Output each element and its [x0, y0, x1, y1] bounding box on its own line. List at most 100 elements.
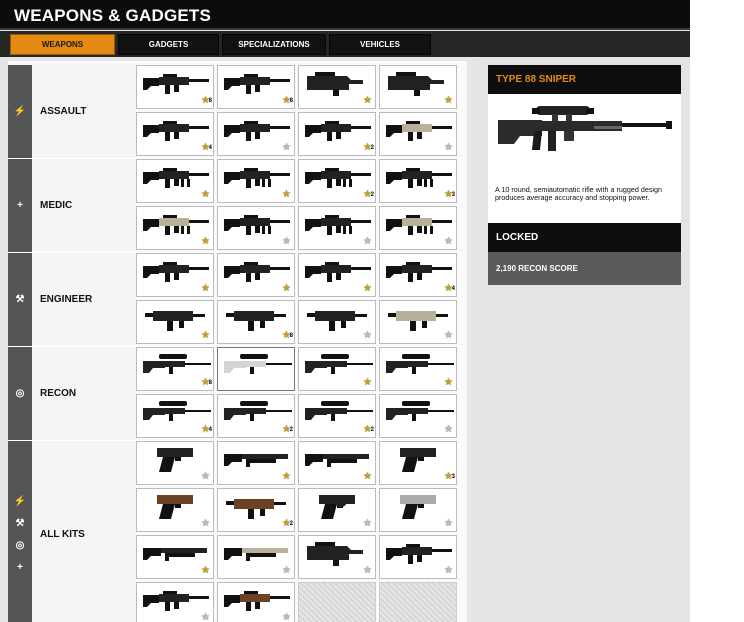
- kit-bar: ◎: [8, 347, 32, 440]
- weapon-slot[interactable]: ★: [136, 300, 214, 344]
- weapon-slot[interactable]: ★: [298, 206, 376, 250]
- weapon-slot[interactable]: ★: [298, 347, 376, 391]
- weapon-slot[interactable]: ★ 2: [217, 394, 295, 438]
- weapon-slot[interactable]: ★: [136, 159, 214, 203]
- star-icon: ★: [444, 95, 453, 106]
- weapon-slot[interactable]: ★: [379, 394, 457, 438]
- assault-rifle-camo-weapon-icon: [386, 121, 452, 141]
- smg-weapon-icon: [226, 311, 286, 331]
- weapon-slot[interactable]: ★: [217, 582, 295, 622]
- weapon-rank: 8: [208, 380, 212, 386]
- lmg-weapon-icon: [224, 168, 290, 188]
- pistol-weapon-icon: [400, 448, 436, 472]
- carbine-weapon-icon: [143, 591, 209, 611]
- weapon-slot[interactable]: ★ 8: [136, 65, 214, 109]
- weapon-slot[interactable]: ★: [217, 535, 295, 579]
- lmg-camo-weapon-icon: [143, 215, 209, 235]
- kit-bar: ⚡ ⚒ ◎ +: [8, 441, 32, 622]
- weapon-slot[interactable]: ★ 4: [136, 112, 214, 156]
- star-icon: ★: [282, 565, 291, 576]
- weapon-slot[interactable]: ★ 4: [136, 394, 214, 438]
- star-icon: ★: [363, 330, 372, 341]
- weapon-slot[interactable]: ★: [136, 441, 214, 485]
- lock-status-text: LOCKED: [496, 232, 539, 243]
- weapon-slot[interactable]: ★ 8: [217, 300, 295, 344]
- star-icon: ★: [444, 377, 453, 388]
- weapon-slot[interactable]: ★: [379, 300, 457, 344]
- weapon-slot[interactable]: ★: [379, 65, 457, 109]
- smg-wood-weapon-icon: [226, 499, 286, 519]
- weapon-slot[interactable]: ★: [217, 206, 295, 250]
- sniper-rifle-icon: [498, 106, 672, 151]
- tab-gadgets[interactable]: GADGETS: [118, 34, 219, 55]
- weapon-slot[interactable]: ★: [298, 253, 376, 297]
- kit-bar: ⚒: [8, 253, 32, 346]
- star-icon: ★: [363, 518, 372, 529]
- recon-icon: ◎: [15, 539, 25, 551]
- weapon-slot[interactable]: ★: [217, 253, 295, 297]
- tab-vehicles[interactable]: VEHICLES: [329, 34, 431, 55]
- tab-weapons[interactable]: WEAPONS: [10, 34, 115, 55]
- weapon-slot[interactable]: ★: [217, 159, 295, 203]
- weapon-slot[interactable]: ★ 2: [217, 488, 295, 532]
- weapon-rank: 2: [370, 427, 374, 433]
- shotgun-weapon-icon: [305, 454, 369, 467]
- weapon-slot[interactable]: ★ 4: [379, 253, 457, 297]
- pistol-chrome-weapon-icon: [400, 495, 436, 519]
- weapon-slot[interactable]: ★ 8: [217, 65, 295, 109]
- lmg-weapon-icon: [305, 168, 371, 188]
- weapon-slot[interactable]: ★ 2: [298, 394, 376, 438]
- smg-weapon-icon: [307, 311, 367, 331]
- weapon-slot[interactable]: ★: [298, 441, 376, 485]
- empty-weapon-slot: [379, 582, 457, 622]
- weapon-slot[interactable]: ★: [136, 582, 214, 622]
- carbine-weapon-icon: [305, 262, 371, 282]
- kit-bar: ⚡: [8, 65, 32, 158]
- star-icon: ★: [201, 518, 210, 529]
- details-body: A 10 round, semiautomatic rifle with a r…: [488, 94, 681, 223]
- weapon-slot[interactable]: ★: [298, 300, 376, 344]
- weapon-slot[interactable]: ★: [298, 535, 376, 579]
- weapon-slot[interactable]: ★: [379, 347, 457, 391]
- weapon-slot[interactable]: ★: [298, 65, 376, 109]
- star-icon: ★: [363, 236, 372, 247]
- weapon-slot[interactable]: ★ 8: [136, 347, 214, 391]
- star-icon: ★: [282, 283, 291, 294]
- sniper-weapon-icon: [143, 401, 211, 421]
- star-icon: ★: [201, 565, 210, 576]
- carbine-weapon-icon: [386, 544, 452, 564]
- weapon-slot[interactable]: ★ 3: [379, 159, 457, 203]
- weapon-slot[interactable]: ★: [217, 441, 295, 485]
- tab-vehicles-label: VEHICLES: [359, 40, 400, 49]
- rifle-wood-weapon-icon: [224, 591, 290, 611]
- star-icon: ★: [201, 330, 210, 341]
- weapon-rank: 8: [289, 333, 293, 339]
- star-icon: ★: [363, 95, 372, 106]
- weapon-slot[interactable]: ★: [379, 535, 457, 579]
- bullpup-weapon-icon: [388, 72, 444, 96]
- star-icon: ★: [444, 142, 453, 153]
- star-icon: ★: [444, 518, 453, 529]
- bullpup-weapon-icon: [307, 72, 363, 96]
- weapon-slot[interactable]: ★ 3: [379, 441, 457, 485]
- scrollbar[interactable]: [467, 61, 473, 622]
- weapon-slot[interactable]: ★: [136, 488, 214, 532]
- weapon-slot[interactable]: ★: [298, 488, 376, 532]
- carbine-weapon-icon: [224, 262, 290, 282]
- weapon-slot[interactable]: ★: [136, 535, 214, 579]
- star-icon: ★: [201, 471, 210, 482]
- pistol-wood-weapon-icon: [157, 495, 193, 519]
- weapon-slot[interactable]: ★ 2: [298, 159, 376, 203]
- weapon-slot[interactable]: ★: [217, 112, 295, 156]
- weapon-slot[interactable]: ★: [379, 112, 457, 156]
- sniper-weapon-icon: [305, 354, 373, 374]
- weapon-slot[interactable]: ★: [136, 206, 214, 250]
- shotgun-camo-weapon-icon: [224, 548, 288, 561]
- weapon-slot[interactable]: ★: [379, 206, 457, 250]
- weapon-slot[interactable]: ★: [136, 253, 214, 297]
- smg-weapon-icon: [145, 311, 205, 331]
- weapon-slot[interactable]: [217, 347, 295, 391]
- weapon-slot[interactable]: ★: [379, 488, 457, 532]
- weapon-slot[interactable]: ★ 2: [298, 112, 376, 156]
- tab-specializations[interactable]: SPECIALIZATIONS: [222, 34, 326, 55]
